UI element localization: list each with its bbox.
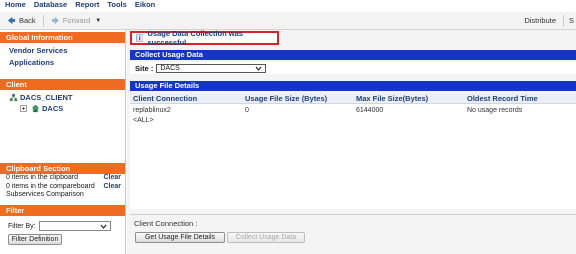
clear-compareboard-link[interactable]: Clear <box>103 183 121 192</box>
toolbar-divider-right <box>563 15 564 27</box>
filter-definition-button[interactable]: Filter Definition <box>8 234 62 245</box>
collect-usage-data-header: Collect Usage Data <box>130 50 576 60</box>
table-cell: No usage records <box>467 107 523 114</box>
table-cell: replablinux2 <box>133 107 171 114</box>
toolbar-divider <box>42 14 44 27</box>
success-notice: Usage Data Collection was successful. <box>130 29 279 47</box>
table-cell: 0 <box>245 107 249 114</box>
table-cell: 6144000 <box>356 107 384 114</box>
usage-file-details-header: Usage File Details <box>130 81 576 91</box>
menu-database[interactable]: Database <box>34 0 67 9</box>
client-connection-panel: Client Connection : Get Usage File Detai… <box>130 214 576 254</box>
forward-arrow-icon <box>51 16 59 25</box>
table-header-row: Client Connection Usage File Size (Bytes… <box>130 93 576 104</box>
chevron-down-icon <box>100 224 107 229</box>
usage-file-table: Client Connection Usage File Size (Bytes… <box>130 93 576 126</box>
table-row[interactable]: replablinux2 0 6144000 No usage records <box>130 106 576 116</box>
site-label: Site : <box>135 63 154 73</box>
filter-section: Filter Filter By: Filter Definition <box>0 205 125 245</box>
compareboard-count: 0 items in the compareboard <box>6 182 95 190</box>
info-icon <box>136 34 144 42</box>
toolbar: Back Forward ▼ Distribute S <box>0 12 576 30</box>
tree-root-label: DACS_CLIENT <box>20 93 73 102</box>
overflow-button[interactable]: S <box>569 16 574 25</box>
subservices-comparison-link[interactable]: Subservices Comparison <box>6 191 84 200</box>
filter-by-select[interactable] <box>38 221 111 231</box>
menu-eikon[interactable]: Eikon <box>135 0 155 9</box>
chevron-down-icon <box>255 66 262 71</box>
clipboard-row: 0 items in the clipboard Clear <box>0 174 125 183</box>
forward-label: Forward <box>62 16 91 25</box>
column-header[interactable]: Client Connection <box>130 93 242 103</box>
back-label: Back <box>19 16 36 25</box>
menu-bar: Home Database Report Tools Eikon <box>0 0 576 9</box>
client-connection-label: Client Connection : <box>134 219 198 228</box>
tree-child-label: DACS <box>42 104 64 113</box>
filter-by-label: Filter By: <box>8 222 36 230</box>
filter-header: Filter <box>0 205 125 216</box>
clipboard-header: Clipboard Section <box>0 163 125 174</box>
forward-button[interactable]: Forward <box>51 16 91 25</box>
site-row: Site : DACS <box>130 62 576 74</box>
clear-clipboard-link[interactable]: Clear <box>103 174 121 183</box>
menu-tools[interactable]: Tools <box>107 0 126 9</box>
history-dropdown-icon[interactable]: ▼ <box>95 18 101 24</box>
table-empty-area <box>130 124 576 209</box>
filter-by-row: Filter By: <box>0 221 125 231</box>
subservices-row: Subservices Comparison <box>0 191 125 200</box>
distribute-button[interactable]: Distribute <box>524 16 556 25</box>
menu-home[interactable]: Home <box>5 0 26 9</box>
site-value: DACS <box>160 64 180 72</box>
site-select[interactable]: DACS <box>156 63 267 73</box>
client-header: Client <box>0 79 125 90</box>
column-header[interactable]: Usage File Size (Bytes) <box>242 93 353 103</box>
left-panel: Global Information Vendor Services Appli… <box>0 30 126 254</box>
notice-text: Usage Data Collection was successful. <box>147 29 243 47</box>
clipboard-count: 0 items in the clipboard <box>6 174 78 181</box>
get-usage-file-details-button[interactable]: Get Usage File Details <box>135 232 225 243</box>
global-information-header: Global Information <box>0 32 125 43</box>
column-header[interactable]: Oldest Record Time <box>464 93 576 103</box>
clipboard-section: Clipboard Section 0 items in the clipboa… <box>0 163 125 200</box>
network-icon <box>9 93 18 102</box>
menu-report[interactable]: Report <box>75 0 99 9</box>
compareboard-row: 0 items in the compareboard Clear <box>0 183 125 192</box>
collect-usage-data-button[interactable]: Collect Usage Data <box>227 232 305 243</box>
main-panel: Usage Data Collection was successful. Co… <box>127 29 576 254</box>
column-header[interactable]: Max File Size(Bytes) <box>353 93 464 103</box>
building-icon <box>31 104 40 113</box>
vendor-services-link[interactable]: Vendor Services <box>0 45 125 57</box>
tree-item-dacs-client[interactable]: DACS_CLIENT <box>0 92 125 103</box>
applications-link[interactable]: Applications <box>0 57 125 69</box>
tree-item-dacs[interactable]: DACS <box>0 103 125 114</box>
back-button[interactable]: Back <box>7 16 36 25</box>
expand-plus-icon[interactable] <box>20 105 27 112</box>
back-arrow-icon <box>7 16 16 25</box>
